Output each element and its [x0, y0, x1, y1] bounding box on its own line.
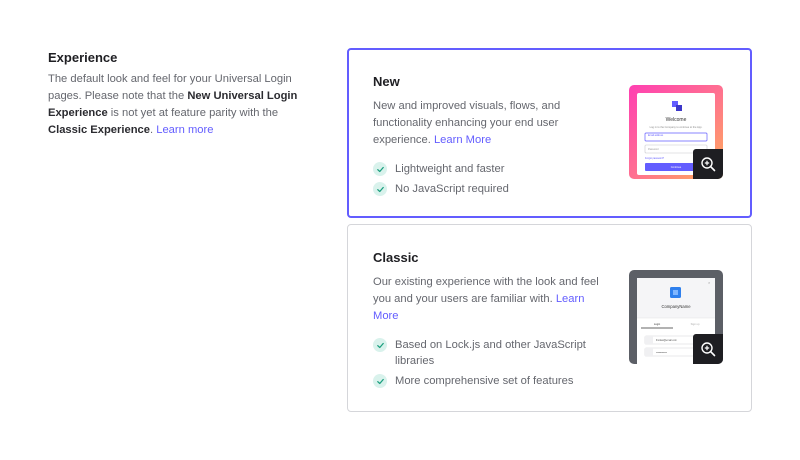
preview-company: CompanyName — [661, 304, 691, 309]
preview-welcome: Welcome — [666, 117, 687, 123]
zoom-in-icon[interactable] — [693, 334, 723, 364]
feature-list: Based on Lock.js and other JavaScript li… — [373, 337, 605, 389]
feature-item: No JavaScript required — [373, 181, 605, 197]
preview-tab-login: Login — [654, 322, 661, 326]
check-icon — [373, 374, 387, 388]
card-description: New and improved visuals, flows, and fun… — [373, 100, 561, 146]
feature-item: Based on Lock.js and other JavaScript li… — [373, 337, 605, 369]
check-icon — [373, 338, 387, 352]
new-learn-more-link[interactable]: Learn More — [434, 134, 491, 146]
classic-login-preview[interactable]: × CompanyName Login Sign up firstlast@em… — [629, 270, 723, 364]
section-description: The default look and feel for your Unive… — [48, 73, 298, 136]
preview-password-label: Password — [648, 148, 659, 151]
experience-section: Experience The default look and feel for… — [48, 50, 310, 139]
new-experience-card[interactable]: New New and improved visuals, flows, and… — [347, 48, 752, 218]
section-title: Experience — [48, 50, 118, 65]
card-title: New — [373, 74, 400, 89]
check-icon — [373, 162, 387, 176]
preview-button: Continue — [671, 165, 682, 169]
check-icon — [373, 182, 387, 196]
preview-email-value: firstlast@email.com — [656, 339, 677, 342]
zoom-in-icon[interactable] — [693, 149, 723, 179]
feature-item: More comprehensive set of features — [373, 373, 605, 389]
preview-tab-signup: Sign up — [691, 322, 700, 326]
preview-email-label: Email address — [648, 134, 664, 137]
card-title: Classic — [373, 250, 419, 265]
preview-subtitle: Log in to the Company to continue to the… — [650, 125, 703, 129]
feature-item: Lightweight and faster — [373, 161, 605, 177]
preview-forgot: Forgot password? — [645, 157, 665, 160]
feature-list: Lightweight and faster No JavaScript req… — [373, 161, 605, 197]
new-login-preview[interactable]: Welcome Log in to the Company to continu… — [629, 85, 723, 179]
card-description: Our existing experience with the look an… — [373, 276, 599, 322]
classic-experience-card[interactable]: Classic Our existing experience with the… — [347, 224, 752, 412]
preview-password-value: •••••••••••• — [656, 352, 667, 355]
learn-more-link[interactable]: Learn more — [156, 124, 213, 136]
